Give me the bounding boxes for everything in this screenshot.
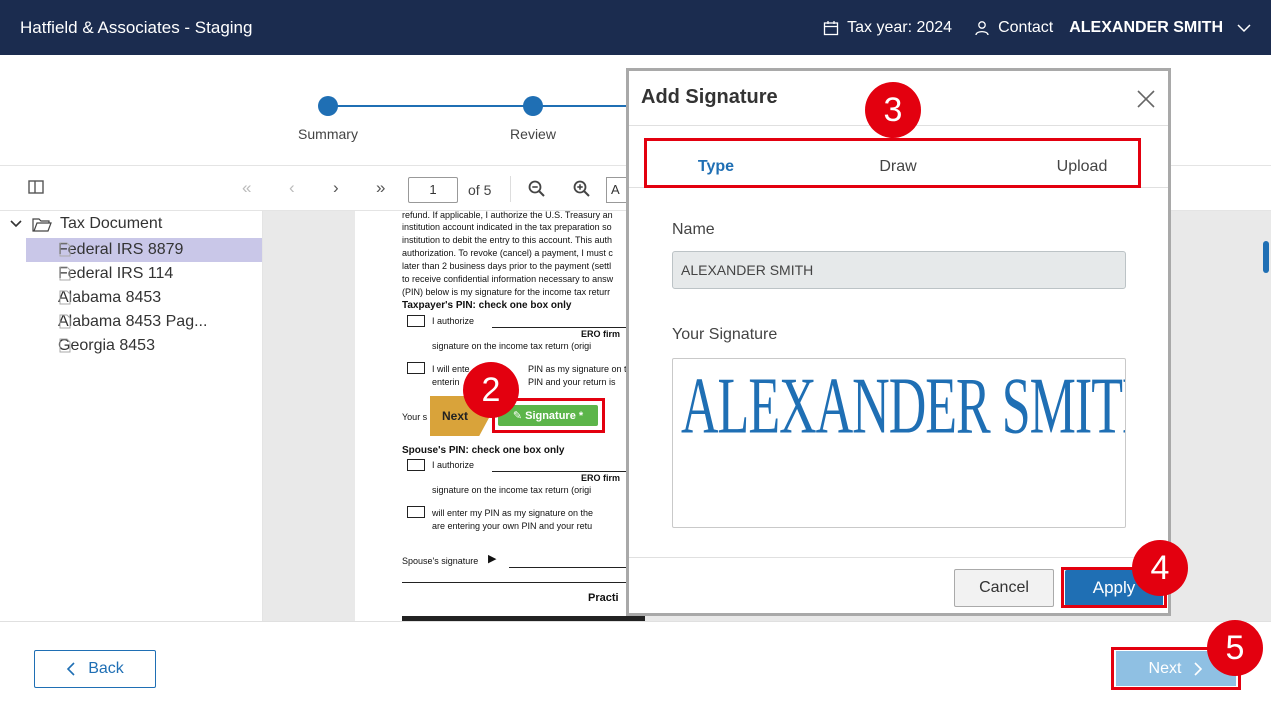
chevron-left-icon (67, 662, 75, 676)
your-signature-label: Your s (402, 412, 428, 422)
doc-line: institution account indicated in the tax… (402, 222, 612, 232)
pdf-file-icon (59, 290, 71, 305)
tree-root-tax-document[interactable]: Tax Document (10, 215, 162, 233)
tree-item-label: Federal IRS 8879 (58, 241, 184, 258)
callout-box-tabs (644, 138, 1141, 188)
tax-year-label: Tax year: 2024 (847, 18, 953, 36)
pdf-file-icon (59, 266, 71, 281)
contact-link[interactable]: Contact (974, 19, 1053, 37)
will-enter-text: I will ente (432, 364, 470, 374)
dialog-title: Add Signature (641, 86, 778, 108)
last-page-icon[interactable]: » (376, 178, 385, 198)
folder-open-icon (32, 217, 52, 232)
callout-badge-3: 3 (865, 82, 921, 138)
name-label: Name (672, 221, 715, 238)
next-page-icon[interactable]: › (333, 178, 339, 198)
tax-year-selector[interactable]: Tax year: 2024 (823, 19, 952, 37)
first-page-icon[interactable]: « (242, 178, 251, 198)
zoom-out-icon[interactable] (528, 180, 545, 197)
doc-line: authorization. To revoke (cancel) a paym… (402, 248, 613, 258)
tree-item-federal-irs-114[interactable]: Federal IRS 114 (26, 262, 262, 286)
your-signature-label: Your Signature (672, 326, 778, 343)
spouse-signature-label: Spouse's signature (402, 556, 479, 566)
calendar-icon (823, 20, 839, 35)
toolbar-divider (510, 176, 511, 202)
signature-preview-box: ALEXANDER SMITH (672, 358, 1126, 528)
step-dot-summary (318, 96, 338, 116)
practitioner-heading: Practi (588, 592, 619, 604)
dialog-footer-divider (629, 557, 1168, 558)
wizard-footer: Back Next (0, 621, 1271, 710)
step-label-review: Review (510, 126, 556, 142)
chevron-down-icon[interactable] (10, 219, 22, 229)
callout-badge-5: 5 (1207, 620, 1263, 676)
page-number-input[interactable]: 1 (408, 177, 458, 203)
spouse-pin-heading: Spouse's PIN: check one box only (402, 445, 565, 456)
chevron-down-icon[interactable] (1237, 23, 1251, 33)
pdf-file-icon (59, 242, 71, 257)
callout-badge-2: 2 (463, 362, 519, 418)
name-field[interactable]: ALEXANDER SMITH (672, 251, 1126, 289)
doc-line: (PIN) below is my signature for the inco… (402, 287, 611, 297)
step-label-summary: Summary (298, 126, 358, 142)
spouse-entering-text: are entering your own PIN and your retu (432, 521, 593, 531)
contact-label: Contact (998, 18, 1054, 36)
user-menu[interactable]: ALEXANDER SMITH (1069, 19, 1223, 37)
pdf-file-icon (59, 314, 71, 329)
spouse-signature-line (509, 567, 645, 568)
prev-page-icon[interactable]: ‹ (289, 178, 295, 198)
entering-text: enterin (432, 377, 460, 387)
callout-badge-4: 4 (1132, 540, 1188, 596)
document-tree: Tax Document Federal IRS 8879 Federal IR… (0, 211, 263, 621)
back-button[interactable]: Back (34, 650, 156, 688)
taxpayer-pin-heading: Taxpayer's PIN: check one box only (402, 300, 572, 311)
signature-return-text: signature on the income tax return (orig… (432, 341, 592, 351)
spouse-signature-return-text: signature on the income tax return (orig… (432, 485, 592, 495)
close-icon[interactable] (1136, 89, 1156, 109)
step-dot-review (523, 96, 543, 116)
authorize-text: I authorize (432, 316, 475, 326)
spouse-will-enter-text: will enter my PIN as my signature on the (432, 508, 594, 518)
doc-line: refund. If applicable, I authorize the U… (402, 211, 613, 220)
will-enter-text-b: PIN as my signature on the (528, 364, 637, 374)
tree-item-label: Alabama 8453 Pag... (58, 313, 208, 330)
tree-item-georgia-8453[interactable]: Georgia 8453 (26, 334, 262, 358)
checkbox-spouse-authorize[interactable] (407, 459, 425, 471)
spouse-ero-underline (492, 471, 642, 472)
arrow-right-icon: ▶ (488, 553, 497, 565)
zoom-in-icon[interactable] (573, 180, 590, 197)
checkbox-authorize-ero[interactable] (407, 315, 425, 327)
doc-line: later than 2 business days prior to the … (402, 261, 612, 271)
cancel-button[interactable]: Cancel (954, 569, 1054, 607)
vertical-scrollbar[interactable] (1263, 241, 1269, 273)
person-icon (975, 20, 989, 35)
back-label: Back (88, 660, 124, 677)
tree-root-label: Tax Document (60, 215, 163, 232)
page-count: of 5 (468, 182, 492, 198)
checkbox-enter-pin[interactable] (407, 362, 425, 374)
tree-item-alabama-8453[interactable]: Alabama 8453 (26, 286, 262, 310)
app-title: Hatfield & Associates - Staging (20, 17, 253, 37)
spouse-authorize-text: I authorize (432, 460, 475, 470)
doc-line: institution to debit the entry to this a… (402, 235, 612, 245)
stepper-line (328, 105, 638, 107)
doc-line: to receive confidential information nece… (402, 274, 614, 284)
tree-item-label: Georgia 8453 (58, 337, 155, 354)
checkbox-spouse-enter-pin[interactable] (407, 506, 425, 518)
pdf-file-icon (59, 338, 71, 353)
signature-preview: ALEXANDER SMITH (681, 362, 1126, 451)
spouse-ero-firm-label: ERO firm (581, 473, 621, 483)
section-divider (402, 582, 645, 583)
tree-item-label: Federal IRS 114 (58, 265, 174, 282)
entering-text-b: PIN and your return is (528, 377, 616, 387)
tree-item-alabama-8453-page[interactable]: Alabama 8453 Pag... (26, 310, 262, 334)
tree-item-label: Alabama 8453 (58, 289, 162, 306)
ero-firm-label: ERO firm (581, 329, 621, 339)
tree-item-federal-irs-8879[interactable]: Federal IRS 8879 (26, 238, 262, 262)
sidebar-toggle-icon[interactable] (28, 180, 44, 194)
app-header: Hatfield & Associates - Staging Tax year… (0, 0, 1271, 55)
ero-underline (492, 327, 642, 328)
